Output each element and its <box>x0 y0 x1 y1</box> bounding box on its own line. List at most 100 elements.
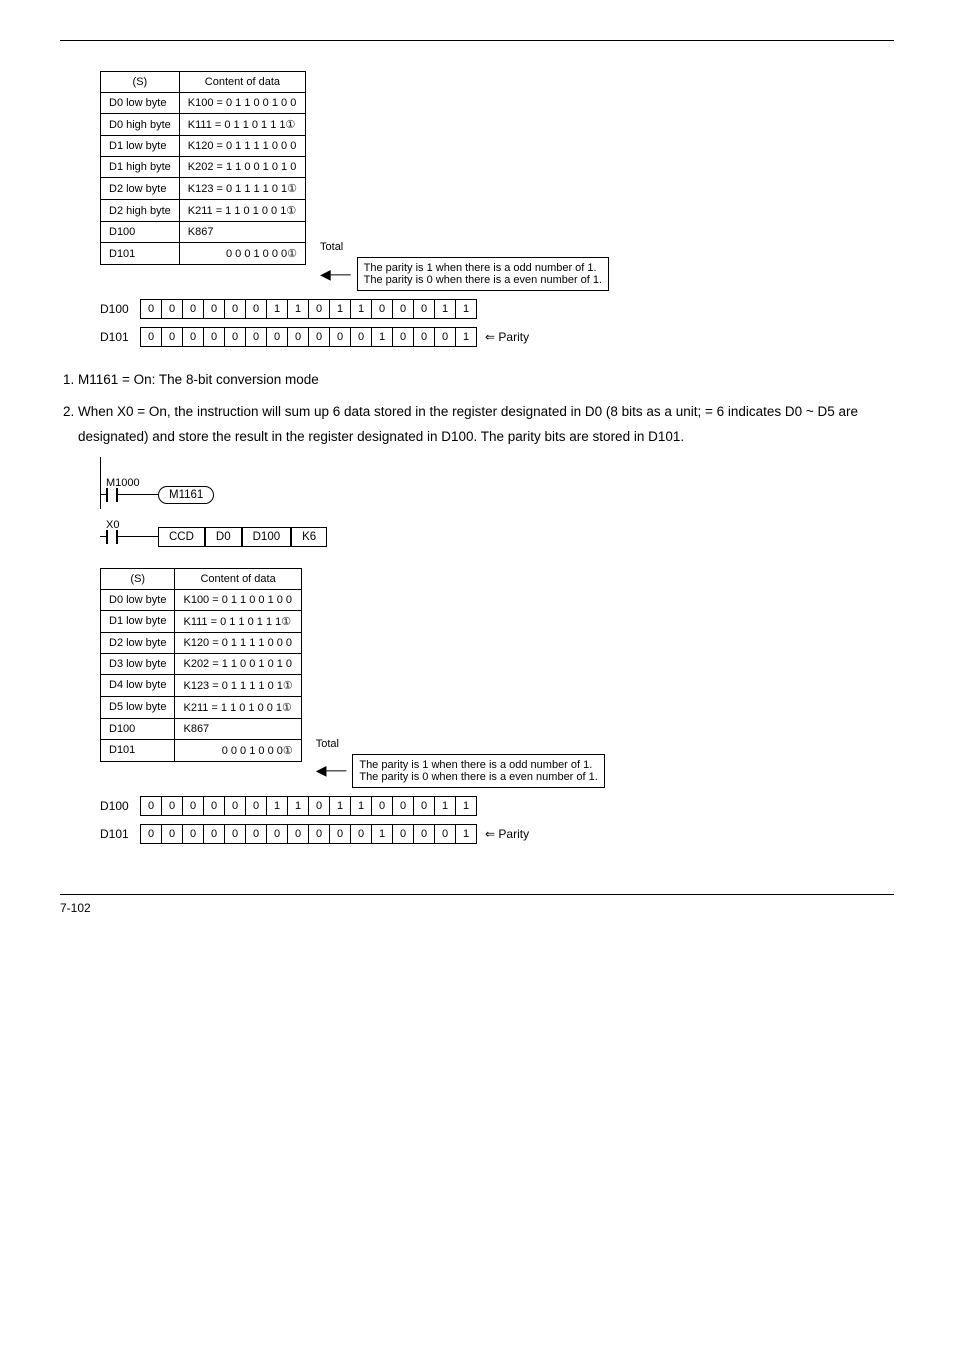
ladder-op-d0: D0 <box>205 527 242 547</box>
bit: 0 <box>435 824 456 843</box>
bit: 1 <box>372 824 393 843</box>
list-item-1: M1161 = On: The 8-bit conversion mode <box>78 367 894 393</box>
bit: 1 <box>456 796 477 815</box>
cell: K202 = 1 1 0 0 1 0 1 0 <box>175 653 301 674</box>
bit: 0 <box>309 796 330 815</box>
cell: D1 high byte <box>101 157 180 178</box>
contact-icon <box>106 530 118 544</box>
bit: 0 <box>414 824 435 843</box>
ladder-coil-m1161: M1161 <box>158 486 214 504</box>
bit: 0 <box>267 328 288 347</box>
bit: 0 <box>330 328 351 347</box>
bit: 1 <box>330 796 351 815</box>
cell: 0 0 0 1 0 0 0① <box>179 243 305 265</box>
bit: 0 <box>246 796 267 815</box>
total-label2: Total <box>316 736 605 750</box>
bit: 0 <box>351 824 372 843</box>
bit: 0 <box>288 328 309 347</box>
contact-icon <box>106 488 118 502</box>
cell: K120 = 0 1 1 1 1 0 0 0 <box>179 136 305 157</box>
cell: D3 low byte <box>101 653 175 674</box>
bit: 0 <box>141 824 162 843</box>
bit: 1 <box>456 328 477 347</box>
bit: 0 <box>162 328 183 347</box>
bits2-d100: 0000001101100011 <box>140 796 477 816</box>
bit: 0 <box>372 796 393 815</box>
cell: K111 = 0 1 1 0 1 1 1① <box>179 114 305 136</box>
bit: 1 <box>330 300 351 319</box>
cell: D1 low byte <box>101 610 175 632</box>
bit: 0 <box>372 300 393 319</box>
bit: 0 <box>393 328 414 347</box>
page-footer: 7-102 <box>60 901 894 915</box>
bit: 0 <box>246 300 267 319</box>
cell: D2 high byte <box>101 200 180 222</box>
bit: 0 <box>393 300 414 319</box>
bit: 1 <box>351 796 372 815</box>
cell: K211 = 1 1 0 1 0 0 1① <box>175 696 301 718</box>
bit: 0 <box>204 824 225 843</box>
bit: 0 <box>267 824 288 843</box>
parity-suffix2: ⇐ Parity <box>485 827 529 841</box>
ladder-diagram: M1000 M1161 X0 CCD D0 D100 K6 <box>100 470 894 550</box>
bit: 0 <box>141 300 162 319</box>
bit: 0 <box>414 328 435 347</box>
cell: D1 low byte <box>101 136 180 157</box>
th-s: (S) <box>101 568 175 589</box>
cell: D2 low byte <box>101 178 180 200</box>
bits-d100-label: D100 <box>100 302 140 316</box>
parity-note: The parity is 1 when there is a odd numb… <box>357 257 609 291</box>
table-section2: (S) Content of data D0 low byteK100 = 0 … <box>100 568 302 762</box>
bit: 0 <box>162 300 183 319</box>
bit: 0 <box>414 796 435 815</box>
cell: D101 <box>101 243 180 265</box>
cell: D0 low byte <box>101 93 180 114</box>
cell: K111 = 0 1 1 0 1 1 1① <box>175 610 301 632</box>
bit: 1 <box>288 796 309 815</box>
cell: K211 = 1 1 0 1 0 0 1① <box>179 200 305 222</box>
cell: D2 low byte <box>101 632 175 653</box>
bit: 0 <box>246 824 267 843</box>
cell: K867 <box>175 718 301 739</box>
bit: 0 <box>183 328 204 347</box>
cell: D4 low byte <box>101 674 175 696</box>
arrow-left-icon: ◀── <box>316 762 347 779</box>
bit: 0 <box>288 824 309 843</box>
bit: 0 <box>309 824 330 843</box>
bit: 1 <box>456 300 477 319</box>
ladder-op-k6: K6 <box>291 527 327 547</box>
cell: K123 = 0 1 1 1 1 0 1① <box>179 178 305 200</box>
bit: 0 <box>225 300 246 319</box>
parity-suffix: ⇐ Parity <box>485 330 529 344</box>
bit: 0 <box>246 328 267 347</box>
th-content: Content of data <box>179 72 305 93</box>
bit: 0 <box>330 824 351 843</box>
cell: 0 0 0 1 0 0 0① <box>175 739 301 761</box>
cell: K123 = 0 1 1 1 1 0 1① <box>175 674 301 696</box>
bit: 0 <box>204 300 225 319</box>
bit: 0 <box>435 328 456 347</box>
bit: 0 <box>309 300 330 319</box>
bit: 0 <box>309 328 330 347</box>
bit: 0 <box>141 796 162 815</box>
bit: 0 <box>393 824 414 843</box>
bit: 0 <box>162 796 183 815</box>
bit: 0 <box>204 796 225 815</box>
cell: K867 <box>179 222 305 243</box>
bit: 0 <box>414 300 435 319</box>
ladder-op-d100: D100 <box>242 527 292 547</box>
bit: 1 <box>435 300 456 319</box>
bit: 0 <box>183 824 204 843</box>
cell: K100 = 0 1 1 0 0 1 0 0 <box>179 93 305 114</box>
bit: 0 <box>141 328 162 347</box>
ladder-op-ccd: CCD <box>158 527 205 547</box>
bit: 1 <box>435 796 456 815</box>
bit: 0 <box>183 300 204 319</box>
cell: K202 = 1 1 0 0 1 0 1 0 <box>179 157 305 178</box>
total-label: Total <box>320 239 609 253</box>
cell: D100 <box>101 222 180 243</box>
list-item-2: When X0 = On, the instruction will sum u… <box>78 399 894 450</box>
bit: 1 <box>288 300 309 319</box>
bit: 0 <box>162 824 183 843</box>
bits2-d101-label: D101 <box>100 827 140 841</box>
